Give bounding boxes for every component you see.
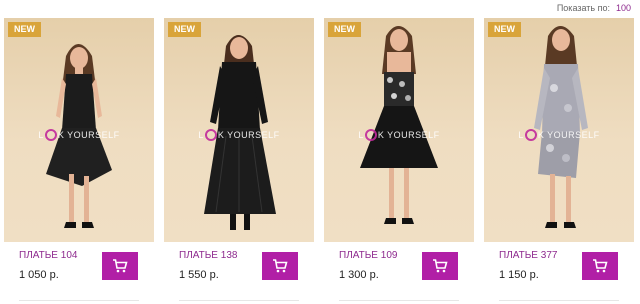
new-badge: NEW <box>8 22 41 37</box>
cart-icon <box>433 259 448 273</box>
brand-watermark: LK YOURSELF <box>198 129 280 141</box>
per-page-value-link[interactable]: 100 <box>616 3 631 13</box>
product-price: 1 300 р. <box>339 269 379 281</box>
product-name-link[interactable]: ПЛАТЬЕ 104 <box>19 250 77 261</box>
add-to-cart-button[interactable] <box>102 252 138 280</box>
divider <box>339 300 459 301</box>
product-photo[interactable]: NEW LK YOURSELF <box>484 18 634 242</box>
cart-icon <box>113 259 128 273</box>
product-price: 1 150 р. <box>499 269 539 281</box>
brand-watermark: LK YOURSELF <box>518 129 600 141</box>
per-page-control: Показать по: 100 <box>440 0 640 16</box>
brand-watermark: LK YOURSELF <box>38 129 120 141</box>
divider <box>19 300 139 301</box>
new-badge: NEW <box>168 22 201 37</box>
new-badge: NEW <box>328 22 361 37</box>
new-badge: NEW <box>488 22 521 37</box>
product-photo[interactable]: NEW LK YOURSELF <box>324 18 474 242</box>
product-name-link[interactable]: ПЛАТЬЕ 109 <box>339 250 397 261</box>
product-grid: NEW LK YOURSELF ПЛАТЬЕ 104 1 050 р. NEW … <box>0 18 640 304</box>
add-to-cart-button[interactable] <box>582 252 618 280</box>
product-price: 1 050 р. <box>19 269 59 281</box>
divider <box>499 300 619 301</box>
product-photo[interactable]: NEW LK YOURSELF <box>164 18 314 242</box>
product-price: 1 550 р. <box>179 269 219 281</box>
brand-watermark: LK YOURSELF <box>358 129 440 141</box>
product-card: NEW LK YOURSELF ПЛАТЬЕ 377 1 150 р. <box>484 18 634 304</box>
product-name-link[interactable]: ПЛАТЬЕ 138 <box>179 250 237 261</box>
product-photo[interactable]: NEW LK YOURSELF <box>4 18 154 242</box>
product-name-link[interactable]: ПЛАТЬЕ 377 <box>499 250 557 261</box>
product-card: NEW LK YOURSELF ПЛАТЬЕ 109 1 300 р. <box>324 18 474 304</box>
cart-icon <box>273 259 288 273</box>
cart-icon <box>593 259 608 273</box>
product-card: NEW LK YOURSELF ПЛАТЬЕ 138 1 550 р. <box>164 18 314 304</box>
divider <box>179 300 299 301</box>
per-page-label: Показать по: <box>556 3 610 13</box>
product-card: NEW LK YOURSELF ПЛАТЬЕ 104 1 050 р. <box>4 18 154 304</box>
add-to-cart-button[interactable] <box>422 252 458 280</box>
add-to-cart-button[interactable] <box>262 252 298 280</box>
